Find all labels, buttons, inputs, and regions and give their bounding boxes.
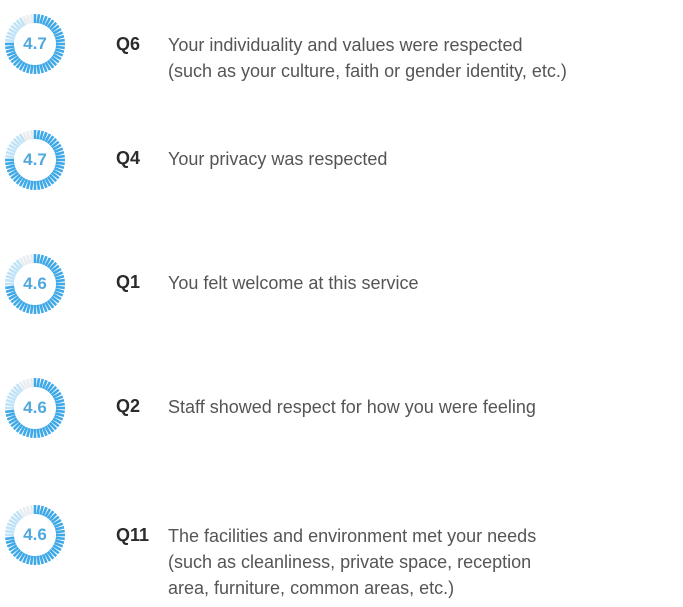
question-text-line: Your privacy was respected	[168, 149, 388, 169]
score-gauge: 4.6	[3, 376, 67, 440]
question-text-line: Your individuality and values were respe…	[168, 35, 523, 55]
question-code: Q1	[116, 272, 141, 292]
score-value: 4.6	[23, 525, 47, 544]
question-text-line: You felt welcome at this service	[168, 273, 419, 293]
question-text-line: (such as your culture, faith or gender i…	[168, 61, 567, 81]
question-code: Q6	[116, 34, 141, 54]
score-gauge: 4.6	[3, 252, 67, 316]
question-text-line: (such as cleanliness, private space, rec…	[168, 552, 532, 572]
score-value: 4.6	[23, 398, 47, 417]
question-text-line: Staff showed respect for how you were fe…	[168, 397, 536, 417]
question-text: Your individuality and values were respe…	[168, 32, 678, 84]
score-value: 4.6	[23, 274, 47, 293]
question-text-line: The facilities and environment met your …	[168, 526, 537, 546]
question-code: Q4	[116, 148, 141, 168]
score-value: 4.7	[23, 150, 47, 169]
question-text: You felt welcome at this service	[168, 270, 678, 296]
score-gauge: 4.6	[3, 503, 67, 567]
score-gauge: 4.7	[3, 12, 67, 76]
question-text: Staff showed respect for how you were fe…	[168, 394, 678, 420]
question-text: Your privacy was respected	[168, 146, 678, 172]
question-text-line: area, furniture, common areas, etc.)	[168, 578, 455, 598]
score-gauge: 4.7	[3, 128, 67, 192]
question-code: Q2	[116, 396, 141, 416]
score-value: 4.7	[23, 34, 47, 53]
question-code: Q11	[116, 525, 150, 545]
question-text: The facilities and environment met your …	[168, 523, 678, 601]
